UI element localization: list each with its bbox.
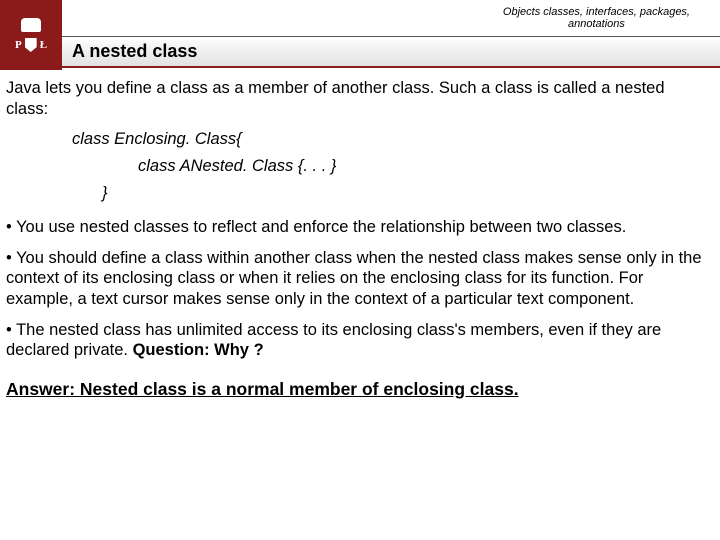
- title-bar: A nested class: [62, 36, 720, 68]
- slide-content: Java lets you define a class as a member…: [0, 70, 720, 401]
- intro-paragraph: Java lets you define a class as a member…: [6, 78, 710, 119]
- logo-emblem-icon: [21, 18, 41, 32]
- logo-letter-left: P: [15, 39, 22, 51]
- slide-title: A nested class: [72, 41, 197, 62]
- bullet-1: • You use nested classes to reflect and …: [6, 217, 710, 238]
- code-line-3: }: [102, 183, 710, 204]
- bullet-3-question: Question: Why ?: [133, 341, 264, 359]
- topic-line-2: annotations: [503, 18, 690, 30]
- logo-letters: P Ł: [15, 38, 47, 52]
- logo-letter-right: Ł: [40, 39, 47, 51]
- topic-line-1: Objects classes, interfaces, packages,: [503, 6, 690, 18]
- university-logo: P Ł: [0, 0, 62, 70]
- topic-subtitle: Objects classes, interfaces, packages, a…: [503, 6, 690, 30]
- header: P Ł Objects classes, interfaces, package…: [0, 0, 720, 70]
- code-line-2: class ANested. Class {. . . }: [138, 156, 710, 177]
- code-line-1: class Enclosing. Class{: [72, 129, 710, 150]
- bullet-3: • The nested class has unlimited access …: [6, 320, 710, 361]
- bullet-3-text: • The nested class has unlimited access …: [6, 321, 661, 360]
- shield-icon: [25, 38, 37, 52]
- answer-line: Answer: Nested class is a normal member …: [6, 379, 710, 401]
- bullet-2: • You should define a class within anoth…: [6, 248, 710, 310]
